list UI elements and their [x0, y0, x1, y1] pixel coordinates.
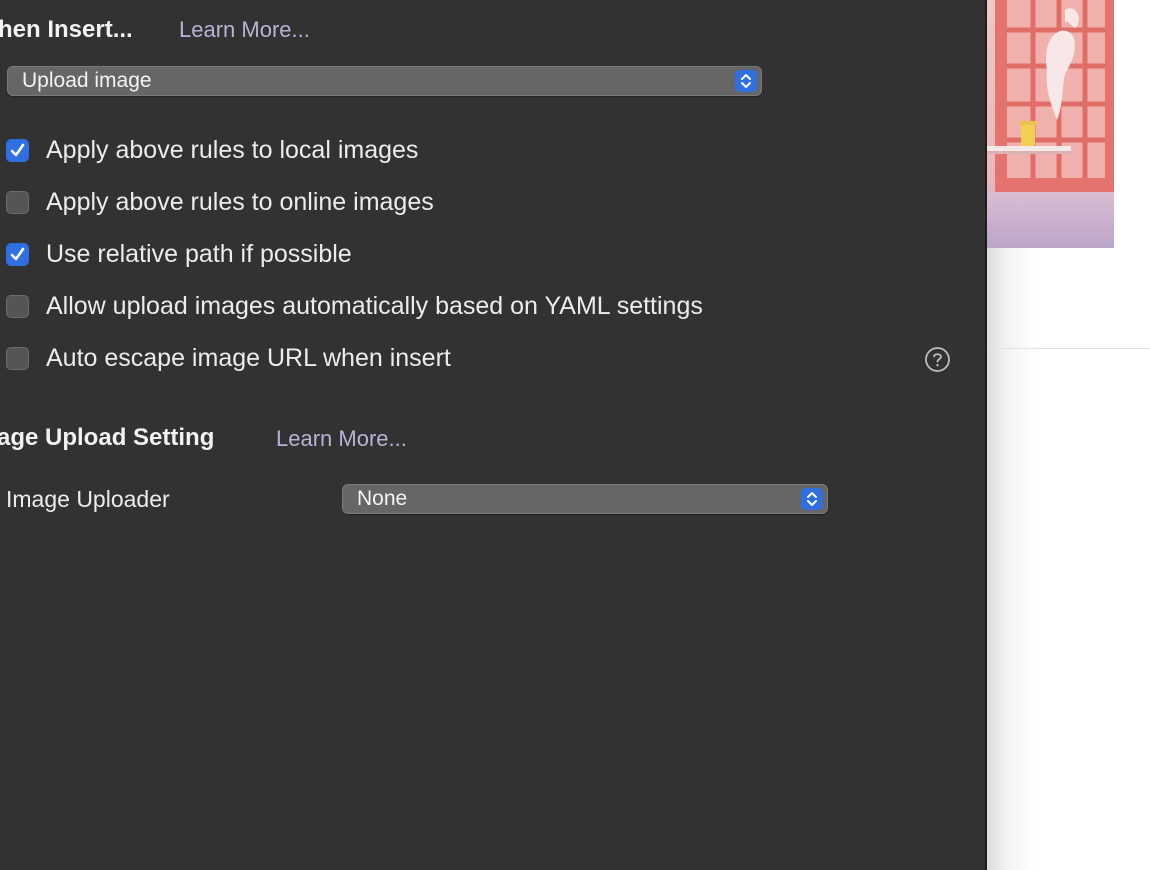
upload-learn-more-link[interactable]: Learn More...	[276, 426, 407, 452]
chevron-up-down-icon	[735, 70, 757, 92]
insert-action-select-value: Upload image	[22, 69, 152, 92]
insert-section-title: hen Insert...	[0, 16, 133, 43]
escape-url-checkbox[interactable]	[6, 347, 29, 370]
image-uploader-label: Image Uploader	[6, 486, 170, 512]
online-images-checkbox[interactable]	[6, 191, 29, 214]
preferences-panel: hen Insert... Learn More... Upload image…	[0, 0, 985, 870]
illustration-image	[987, 0, 1114, 248]
image-uploader-select-value: None	[357, 487, 408, 510]
chevron-up-down-icon	[801, 488, 823, 510]
image-uploader-select[interactable]: None	[342, 484, 828, 514]
document-divider	[987, 348, 1150, 349]
relative-path-checkbox[interactable]	[6, 243, 29, 266]
document-area	[987, 0, 1150, 870]
option-label: Use relative path if possible	[46, 240, 352, 268]
checkmark-icon	[10, 143, 25, 157]
option-label: Allow upload images automatically based …	[46, 292, 703, 320]
question-circle-icon[interactable]	[924, 346, 951, 373]
insert-action-select[interactable]: Upload image	[7, 66, 762, 96]
option-label: Apply above rules to local images	[46, 136, 419, 164]
upload-section-title: age Upload Setting	[0, 424, 215, 451]
yaml-upload-checkbox[interactable]	[6, 295, 29, 318]
insert-learn-more-link[interactable]: Learn More...	[179, 17, 310, 43]
option-label: Auto escape image URL when insert	[46, 344, 451, 372]
option-label: Apply above rules to online images	[46, 188, 434, 216]
local-images-checkbox[interactable]	[6, 139, 29, 162]
checkmark-icon	[10, 247, 25, 261]
app-root: hen Insert... Learn More... Upload image…	[0, 0, 1150, 870]
